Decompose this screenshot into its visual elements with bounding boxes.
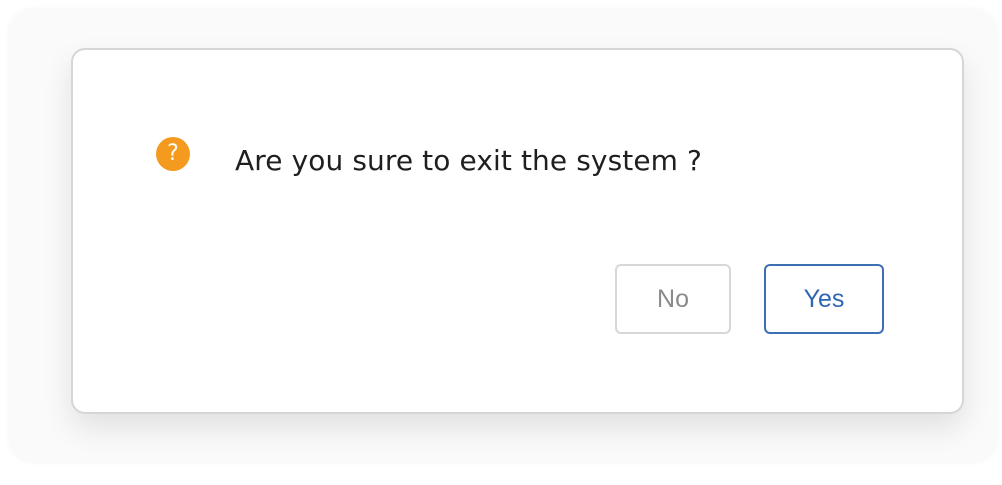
yes-button[interactable]: Yes	[764, 264, 884, 334]
message-row: ? Are you sure to exit the system ?	[156, 137, 702, 180]
confirm-exit-dialog: ? Are you sure to exit the system ? No Y…	[71, 48, 964, 414]
question-icon: ?	[156, 137, 190, 171]
dialog-message: Are you sure to exit the system ?	[235, 143, 702, 177]
dialog-backdrop: ? Are you sure to exit the system ? No Y…	[8, 8, 998, 463]
no-button[interactable]: No	[615, 264, 731, 334]
